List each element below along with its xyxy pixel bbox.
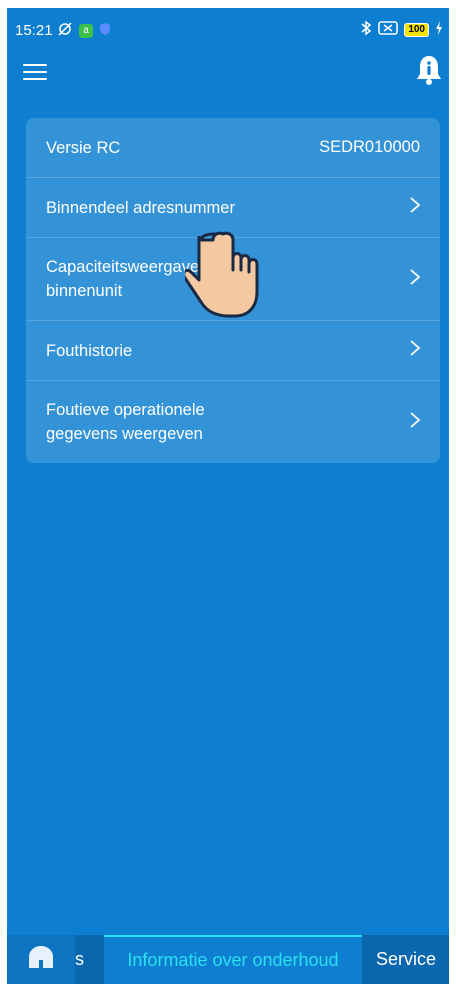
- faulty-operational-data-row[interactable]: Foutieve operationele gegevens weergeven: [26, 381, 440, 463]
- bottom-navigation: s Informatie over onderhoud Service: [7, 935, 449, 984]
- tab-partial[interactable]: s: [75, 935, 103, 984]
- clock: 15:21: [15, 22, 53, 39]
- capacity-label-line-1: Capaciteitsweergave: [46, 258, 200, 276]
- error-history-label: Fouthistorie: [46, 341, 133, 360]
- bluetooth-icon: [360, 20, 372, 39]
- app-screen: 15:21 a 100 Versie RC SEDR010000 Binnend…: [7, 8, 449, 984]
- faulty-data-label-line-2: gegevens weergeven: [46, 425, 203, 443]
- home-icon: [27, 945, 55, 974]
- tab-home[interactable]: [7, 935, 75, 984]
- app-notification-icon: a: [79, 24, 93, 38]
- tab-service[interactable]: Service: [363, 935, 449, 984]
- tap-hand-icon: [182, 220, 281, 320]
- error-history-row[interactable]: Fouthistorie: [26, 321, 440, 381]
- tab-partial-label: s: [75, 949, 84, 969]
- app-bar: [7, 48, 449, 98]
- alarm-off-icon: [57, 21, 73, 41]
- battery-indicator: 100: [404, 22, 429, 37]
- version-value: SEDR010000: [319, 138, 420, 156]
- charging-icon: [435, 21, 443, 38]
- notification-bell-icon[interactable]: [415, 54, 443, 86]
- status-bar: 15:21 a 100: [7, 8, 449, 48]
- version-label: Versie RC: [46, 138, 121, 157]
- chevron-right-icon: [408, 411, 421, 434]
- chevron-right-icon: [408, 196, 421, 219]
- shield-icon: [99, 22, 111, 40]
- menu-icon[interactable]: [23, 64, 47, 82]
- chevron-right-icon: [408, 268, 421, 291]
- tab-maintenance-info[interactable]: Informatie over onderhoud: [104, 935, 362, 984]
- version-row: Versie RC SEDR010000: [26, 118, 440, 178]
- sim-off-icon: [378, 21, 399, 38]
- chevron-right-icon: [408, 339, 421, 362]
- tab-service-label: Service: [375, 949, 437, 969]
- capacity-label-line-2: binnenunit: [46, 282, 123, 300]
- faulty-data-label-line-1: Foutieve operationele: [46, 401, 205, 419]
- indoor-address-label: Binnendeel adresnummer: [46, 198, 235, 217]
- tab-maintenance-info-label: Informatie over onderhoud: [127, 950, 339, 970]
